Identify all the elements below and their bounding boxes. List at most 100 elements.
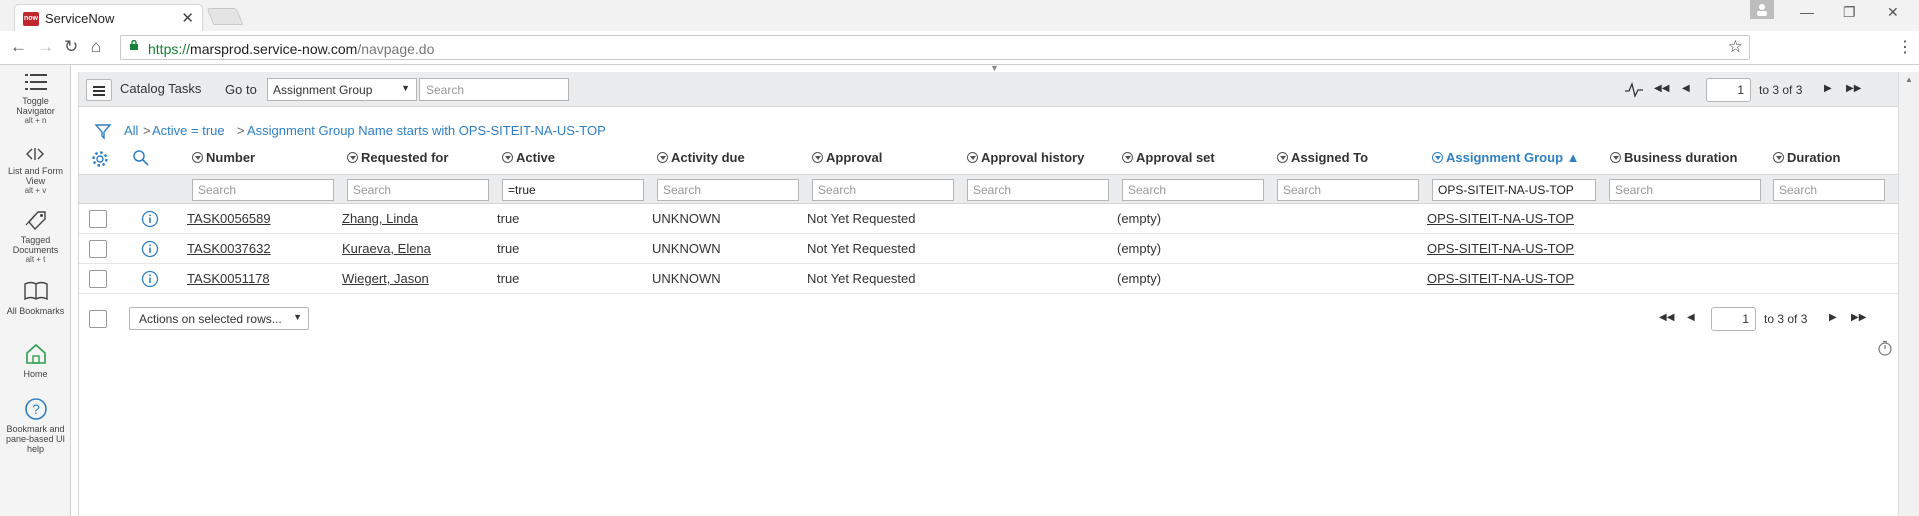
vertical-scrollbar[interactable]: ▲ (1898, 72, 1919, 516)
filter-icon[interactable] (94, 122, 112, 140)
goto-search-input[interactable]: Search (419, 78, 569, 101)
cell-requested-for[interactable]: Kuraeva, Elena (342, 241, 431, 256)
cell-assignment-group[interactable]: OPS-SITEIT-NA-US-TOP (1427, 211, 1574, 226)
info-icon[interactable] (141, 240, 159, 258)
close-tab-icon[interactable]: ✕ (181, 9, 194, 27)
sidebar-item-list-form-view[interactable]: List and Form View alt + v (0, 145, 71, 195)
last-page-icon[interactable]: ▶▶ (1846, 83, 1861, 94)
minimize-icon[interactable]: — (1800, 4, 1814, 20)
reload-icon[interactable]: ↻ (64, 37, 78, 57)
user-profile-icon[interactable] (1750, 0, 1774, 19)
column-menu-icon[interactable] (502, 152, 513, 163)
help-icon: ? (24, 398, 47, 420)
row-checkbox[interactable] (89, 210, 107, 228)
info-icon[interactable] (141, 270, 159, 288)
search-business-duration-input[interactable]: Search (1609, 179, 1761, 201)
column-header-active[interactable]: Active (502, 150, 555, 165)
column-header-duration[interactable]: Duration (1773, 150, 1840, 165)
search-approval-history-input[interactable]: Search (967, 179, 1109, 201)
page-number-input[interactable]: 1 (1711, 307, 1756, 331)
home-browser-icon[interactable]: ⌂ (91, 37, 101, 57)
next-page-icon[interactable]: ▶ (1824, 83, 1832, 94)
info-icon[interactable] (141, 210, 159, 228)
sidebar-item-help[interactable]: ? Bookmark and pane-based UI help (0, 397, 71, 454)
list-menu-button[interactable] (86, 79, 112, 101)
cell-number[interactable]: TASK0056589 (187, 211, 271, 226)
column-header-business-duration[interactable]: Business duration (1610, 150, 1737, 165)
cell-approval: Not Yet Requested (807, 241, 916, 256)
column-menu-icon[interactable] (657, 152, 668, 163)
address-bar[interactable]: https://marsprod.service-now.com/navpage… (120, 35, 1750, 60)
column-menu-icon[interactable] (967, 152, 978, 163)
bookmark-star-icon[interactable]: ☆ (1728, 37, 1743, 57)
column-menu-icon[interactable] (1277, 152, 1288, 163)
cell-requested-for[interactable]: Zhang, Linda (342, 211, 418, 226)
cell-requested-for[interactable]: Wiegert, Jason (342, 271, 429, 286)
column-header-assigned-to[interactable]: Assigned To (1277, 150, 1368, 165)
column-menu-icon[interactable] (192, 152, 203, 163)
column-menu-icon[interactable] (1122, 152, 1133, 163)
forward-icon[interactable]: → (37, 37, 54, 57)
next-page-icon[interactable]: ▶ (1829, 312, 1837, 323)
back-icon[interactable]: ← (10, 37, 27, 57)
url-text: https://marsprod.service-now.com/navpage… (148, 41, 435, 57)
column-header-approval[interactable]: Approval (812, 150, 882, 165)
search-activity-due-input[interactable]: Search (657, 179, 799, 201)
cell-number[interactable]: TASK0051178 (187, 271, 270, 286)
breadcrumb-active[interactable]: Active = true (152, 123, 225, 138)
column-menu-icon[interactable] (347, 152, 358, 163)
tab-title: ServiceNow (45, 11, 115, 26)
scroll-up-icon[interactable]: ▲ (1905, 75, 1913, 84)
sidebar-item-toggle-navigator[interactable]: Toggle Navigator alt + n (0, 71, 71, 125)
search-number-input[interactable]: Search (192, 179, 334, 201)
cell-approval: Not Yet Requested (807, 271, 916, 286)
servicenow-favicon-icon: now (23, 12, 39, 26)
column-header-requested-for[interactable]: Requested for (347, 150, 448, 165)
column-menu-icon[interactable] (1432, 152, 1443, 163)
timer-icon[interactable] (1877, 340, 1893, 356)
browser-tab[interactable]: now ServiceNow ✕ (14, 4, 203, 31)
table-row: TASK0056589 Zhang, Linda true UNKNOWN No… (79, 204, 1899, 234)
search-active-input[interactable]: =true (502, 179, 644, 201)
search-requested-for-input[interactable]: Search (347, 179, 489, 201)
column-header-approval-set[interactable]: Approval set (1122, 150, 1215, 165)
last-page-icon[interactable]: ▶▶ (1851, 312, 1866, 323)
search-approval-input[interactable]: Search (812, 179, 954, 201)
activity-stream-icon[interactable] (1624, 82, 1644, 98)
goto-field-select[interactable]: Assignment Group ▼ (267, 78, 417, 101)
prev-page-icon[interactable]: ◀ (1687, 312, 1695, 323)
search-icon[interactable] (132, 149, 150, 167)
sidebar-item-tagged-documents[interactable]: Tagged Documents alt + t (0, 208, 71, 264)
sidebar-item-home[interactable]: Home (0, 342, 71, 379)
search-assignment-group-input[interactable]: OPS-SITEIT-NA-US-TOP (1432, 179, 1596, 201)
breadcrumb-assignment-group[interactable]: Assignment Group Name starts with OPS-SI… (247, 123, 606, 138)
cell-number[interactable]: TASK0037632 (187, 241, 271, 256)
search-approval-set-input[interactable]: Search (1122, 179, 1264, 201)
breadcrumb-all[interactable]: All (124, 123, 138, 138)
column-header-approval-history[interactable]: Approval history (967, 150, 1084, 165)
actions-select[interactable]: Actions on selected rows... ▼ (129, 307, 309, 330)
first-page-icon[interactable]: ◀◀ (1654, 83, 1669, 94)
window-close-icon[interactable]: ✕ (1887, 4, 1899, 21)
first-page-icon[interactable]: ◀◀ (1659, 312, 1674, 323)
prev-page-icon[interactable]: ◀ (1682, 83, 1690, 94)
search-duration-input[interactable]: Search (1773, 179, 1885, 201)
cell-assignment-group[interactable]: OPS-SITEIT-NA-US-TOP (1427, 241, 1574, 256)
gear-icon[interactable] (91, 150, 109, 168)
select-all-checkbox[interactable] (89, 310, 107, 328)
row-checkbox[interactable] (89, 240, 107, 258)
sidebar-item-all-bookmarks[interactable]: All Bookmarks (0, 279, 71, 316)
column-menu-icon[interactable] (812, 152, 823, 163)
column-header-number[interactable]: Number (192, 150, 255, 165)
column-header-assignment-group[interactable]: Assignment Group ▲ (1432, 150, 1580, 165)
search-assigned-to-input[interactable]: Search (1277, 179, 1419, 201)
column-header-activity-due[interactable]: Activity due (657, 150, 745, 165)
row-checkbox[interactable] (89, 270, 107, 288)
restore-icon[interactable]: ❐ (1843, 4, 1856, 21)
new-tab-button[interactable] (206, 8, 244, 25)
browser-menu-icon[interactable]: ⋮ (1897, 37, 1913, 57)
cell-assignment-group[interactable]: OPS-SITEIT-NA-US-TOP (1427, 271, 1574, 286)
column-menu-icon[interactable] (1773, 152, 1784, 163)
page-number-input[interactable]: 1 (1706, 78, 1751, 102)
column-menu-icon[interactable] (1610, 152, 1621, 163)
